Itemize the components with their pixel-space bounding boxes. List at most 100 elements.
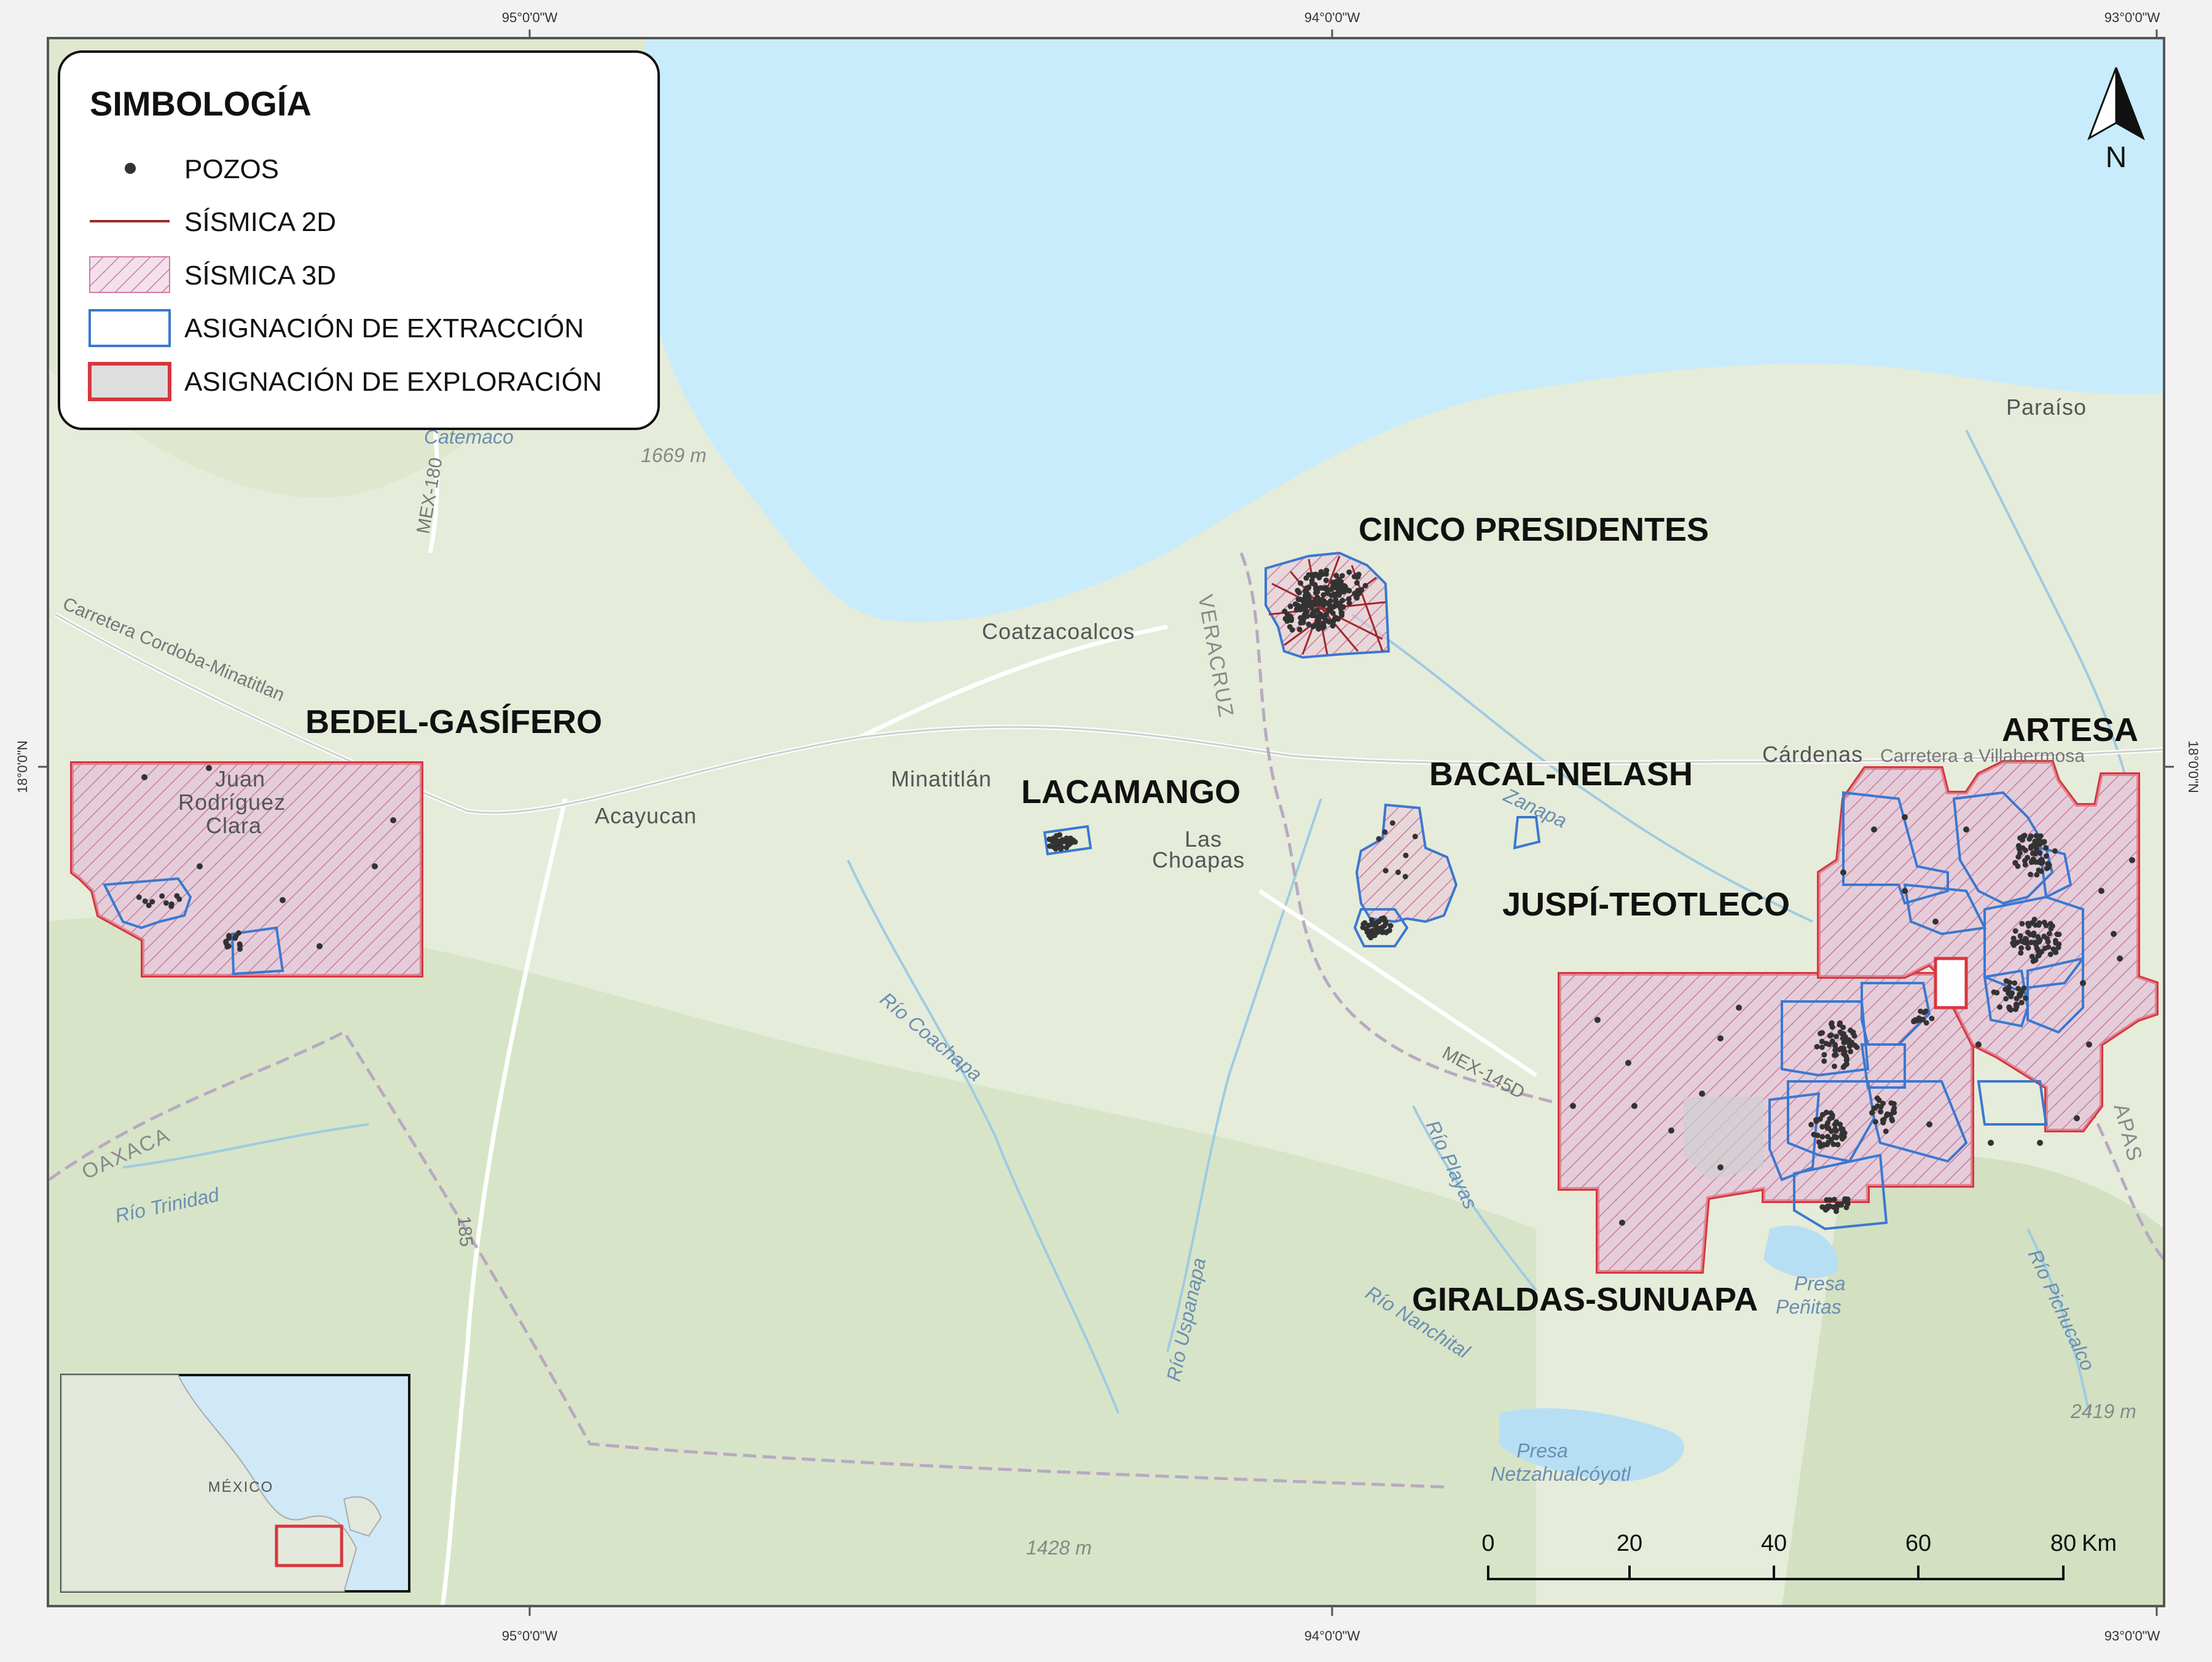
well-point: [2021, 985, 2027, 991]
lat-label-18-right: 18°0'0"N: [2186, 740, 2201, 793]
well-point: [224, 944, 230, 950]
well-point: [2012, 928, 2018, 934]
well-point: [1836, 1046, 1842, 1052]
well-point: [1848, 1027, 1854, 1033]
lon-label-94-bottom: 94°0'0"W: [1304, 1628, 1360, 1644]
well-point: [2080, 980, 2086, 986]
well-point: [1926, 1121, 1932, 1127]
well-point: [2098, 888, 2104, 894]
well-point: [1625, 1060, 1631, 1066]
well-point: [1889, 1116, 1895, 1122]
well-point: [2028, 859, 2034, 865]
well-point: [176, 896, 182, 902]
well-point: [2007, 979, 2013, 986]
well-point: [2074, 1115, 2080, 1121]
well-point: [1594, 1017, 1601, 1023]
scale-label-80: 80: [2050, 1531, 2076, 1556]
well-point: [1370, 922, 1376, 928]
well-point: [1840, 1035, 1846, 1041]
well-point: [1840, 1064, 1846, 1070]
well-point: [2003, 996, 2009, 1002]
well-point: [2023, 995, 2029, 1002]
well-point: [1335, 602, 1341, 608]
lon-label-95-bottom: 95°0'0"W: [502, 1628, 558, 1644]
well-point: [1346, 600, 1352, 606]
well-point: [2034, 872, 2040, 878]
legend-symbol-extraction: [88, 309, 171, 347]
well-point: [2046, 931, 2052, 937]
well-point: [1306, 585, 1312, 591]
well-point: [2052, 848, 2058, 854]
legend-label-seismic3d: SÍSMICA 3D: [184, 261, 336, 291]
well-point: [1871, 826, 1877, 833]
well-point: [2008, 994, 2014, 1000]
legend-label-extraction: ASIGNACIÓN DE EXTRACCIÓN: [184, 313, 584, 343]
well-point: [1832, 1126, 1838, 1132]
well-point: [237, 941, 243, 947]
place-rodriguez: Rodríguez: [178, 790, 286, 815]
legend-symbol-seismic3d: [89, 256, 170, 293]
well-point: [2007, 1006, 2012, 1012]
well-point: [1818, 1030, 1824, 1036]
place-carretera-villahermosa: Carretera a Villahermosa: [1880, 746, 2085, 766]
well-point: [1932, 919, 1939, 925]
well-point: [237, 946, 243, 952]
well-point: [2015, 986, 2022, 992]
well-point: [1376, 836, 1382, 842]
place-presa-penitas-2: Peñitas: [1776, 1296, 1841, 1318]
well-point: [1332, 593, 1338, 599]
place-choapas: Choapas: [1152, 847, 1245, 872]
place-minatitlan: Minatitlán: [891, 766, 992, 791]
well-point: [2046, 862, 2052, 868]
place-clara: Clara: [206, 813, 262, 838]
well-point: [1309, 580, 1316, 586]
well-point: [1891, 1109, 1897, 1115]
well-point: [163, 900, 169, 906]
well-point: [1304, 613, 1311, 619]
well-point: [1717, 1164, 1724, 1170]
well-point: [1829, 1038, 1835, 1044]
well-point: [1833, 1052, 1839, 1058]
well-point: [1069, 840, 1074, 846]
well-point: [1301, 602, 1308, 608]
well-point: [2111, 931, 2117, 937]
well-point: [2028, 871, 2034, 877]
well-point: [2020, 837, 2025, 843]
well-point: [1402, 874, 1408, 880]
place-acayucan: Acayucan: [595, 803, 697, 828]
well-point: [1916, 1017, 1923, 1023]
well-point: [233, 933, 239, 939]
well-point: [1364, 929, 1370, 935]
well-point: [2045, 939, 2051, 945]
well-point: [1395, 869, 1401, 876]
place-juan: Juan: [215, 766, 265, 791]
well-point: [1832, 1064, 1837, 1069]
well-point: [141, 774, 147, 780]
well-point: [2033, 957, 2039, 963]
well-point: [2056, 931, 2062, 938]
well-point: [2022, 847, 2028, 853]
well-point: [2117, 955, 2123, 962]
well-point: [1876, 1097, 1882, 1103]
well-point: [1814, 1044, 1820, 1050]
well-point: [2025, 920, 2031, 927]
well-point: [2028, 844, 2034, 850]
well-point: [2022, 861, 2028, 868]
well-point: [1320, 620, 1327, 626]
place-presa-netza-1: Presa: [1516, 1440, 1568, 1462]
well-point: [2041, 933, 2047, 939]
well-point: [1848, 1048, 1854, 1054]
well-point: [1389, 820, 1395, 826]
legend-title: SIMBOLOGÍA: [90, 84, 312, 123]
well-point: [2019, 920, 2025, 927]
well-point: [1295, 597, 1301, 602]
well-point: [1838, 1126, 1844, 1132]
well-point: [1296, 626, 1303, 632]
well-point: [1911, 1018, 1917, 1024]
inset-label-mexico: MÉXICO: [208, 1479, 274, 1495]
well-point: [1988, 1140, 1994, 1146]
well-point: [1282, 608, 1288, 614]
well-point: [1872, 1119, 1878, 1125]
lon-label-93-top: 93°0'0"W: [2104, 10, 2160, 25]
well-point: [1717, 1035, 1724, 1041]
